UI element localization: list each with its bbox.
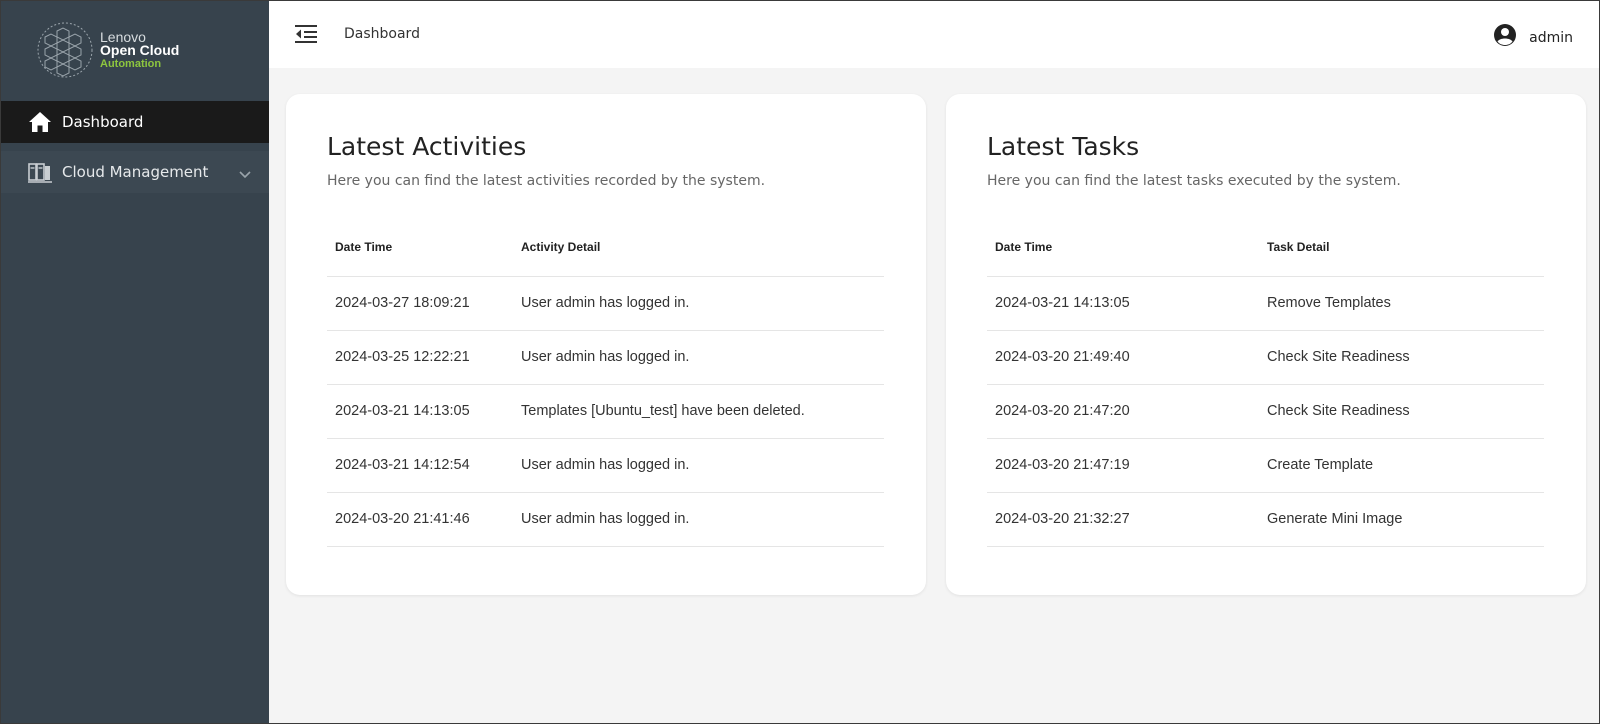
cell-datetime: 2024-03-21 14:12:54 [327, 438, 513, 493]
card-subtitle: Here you can find the latest activities … [327, 173, 766, 189]
breadcrumb: Dashboard [344, 26, 420, 42]
table-header-row: Date Time Activity Detail [327, 218, 884, 277]
tasks-table: Date Time Task Detail 2024-03-21 14:13:0… [987, 218, 1544, 547]
latest-activities-card: Latest Activities Here you can find the … [286, 94, 926, 595]
card-subtitle: Here you can find the latest tasks execu… [987, 173, 1401, 189]
cell-datetime: 2024-03-20 21:47:20 [987, 384, 1259, 439]
sidebar: Lenovo Open Cloud Automation Dashboard C… [1, 1, 269, 723]
cell-detail: Create Template [1259, 438, 1544, 493]
latest-tasks-card: Latest Tasks Here you can find the lates… [946, 94, 1586, 595]
logo-mark-icon [37, 22, 93, 78]
table-row: 2024-03-20 21:49:40 Check Site Readiness [987, 330, 1544, 385]
cell-detail: User admin has logged in. [513, 438, 884, 493]
card-title: Latest Tasks [987, 132, 1140, 161]
sidebar-item-dashboard[interactable]: Dashboard [1, 101, 269, 143]
table-row: 2024-03-20 21:32:27 Generate Mini Image [987, 492, 1544, 547]
cell-datetime: 2024-03-20 21:49:40 [987, 330, 1259, 385]
cell-detail: User admin has logged in. [513, 492, 884, 547]
cell-datetime: 2024-03-25 12:22:21 [327, 330, 513, 385]
column-header: Date Time [327, 218, 513, 277]
cell-detail: Check Site Readiness [1259, 330, 1544, 385]
home-icon [28, 110, 52, 134]
sidebar-item-cloud-management[interactable]: Cloud Management [1, 151, 269, 193]
cell-detail: Templates [Ubuntu_test] have been delete… [513, 384, 884, 439]
column-header: Task Detail [1259, 218, 1544, 277]
sidebar-item-label: Dashboard [62, 113, 144, 131]
logo-product: Open Cloud [100, 42, 180, 58]
account-circle-icon [1493, 23, 1517, 52]
sidebar-item-label: Cloud Management [62, 163, 209, 181]
user-menu[interactable]: admin [1493, 23, 1573, 52]
table-row: 2024-03-21 14:13:05 Remove Templates [987, 276, 1544, 331]
cell-detail: User admin has logged in. [513, 276, 884, 331]
table-row: 2024-03-20 21:41:46 User admin has logge… [327, 492, 884, 547]
logo-subproduct: Automation [100, 58, 162, 70]
table-row: 2024-03-20 21:47:19 Create Template [987, 438, 1544, 493]
table-row: 2024-03-27 18:09:21 User admin has logge… [327, 276, 884, 331]
cloud-management-icon [28, 160, 52, 184]
cell-datetime: 2024-03-27 18:09:21 [327, 276, 513, 331]
cell-datetime: 2024-03-20 21:41:46 [327, 492, 513, 547]
table-header-row: Date Time Task Detail [987, 218, 1544, 277]
cell-datetime: 2024-03-20 21:47:19 [987, 438, 1259, 493]
chevron-down-icon[interactable] [239, 166, 251, 184]
cell-datetime: 2024-03-21 14:13:05 [987, 276, 1259, 331]
cell-detail: User admin has logged in. [513, 330, 884, 385]
user-name: admin [1529, 29, 1573, 46]
table-row: 2024-03-21 14:12:54 User admin has logge… [327, 438, 884, 493]
column-header: Activity Detail [513, 218, 884, 277]
column-header: Date Time [987, 218, 1259, 277]
cell-datetime: 2024-03-21 14:13:05 [327, 384, 513, 439]
menu-collapse-icon[interactable] [294, 23, 318, 47]
table-row: 2024-03-25 12:22:21 User admin has logge… [327, 330, 884, 385]
activities-table: Date Time Activity Detail 2024-03-27 18:… [327, 218, 884, 547]
top-bar: Dashboard admin [269, 1, 1599, 68]
cell-datetime: 2024-03-20 21:32:27 [987, 492, 1259, 547]
app-window: Lenovo Open Cloud Automation Dashboard C… [0, 0, 1600, 724]
card-title: Latest Activities [327, 132, 527, 161]
table-row: 2024-03-21 14:13:05 Templates [Ubuntu_te… [327, 384, 884, 439]
cell-detail: Generate Mini Image [1259, 492, 1544, 547]
cell-detail: Check Site Readiness [1259, 384, 1544, 439]
logo[interactable]: Lenovo Open Cloud Automation [35, 17, 255, 87]
cell-detail: Remove Templates [1259, 276, 1544, 331]
table-row: 2024-03-20 21:47:20 Check Site Readiness [987, 384, 1544, 439]
